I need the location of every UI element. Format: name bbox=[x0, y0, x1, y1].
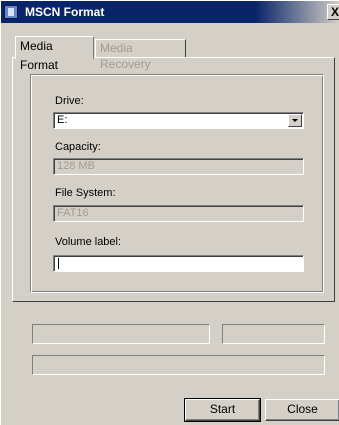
tab-media-recovery[interactable]: Media Recovery bbox=[95, 39, 186, 71]
file-system-label: File System: bbox=[55, 187, 116, 199]
tab-media-format[interactable]: Media Format bbox=[15, 36, 94, 72]
drive-label: Drive: bbox=[55, 95, 84, 107]
progress-bar bbox=[32, 324, 210, 344]
volume-label-label: Volume label: bbox=[55, 236, 122, 248]
file-system-value: FAT16 bbox=[57, 207, 89, 219]
drive-select[interactable]: E: bbox=[53, 112, 304, 129]
close-button[interactable]: Close bbox=[265, 399, 339, 421]
volume-label-input[interactable] bbox=[53, 255, 304, 272]
status-bar bbox=[32, 355, 325, 375]
mscn-format-window: MSCN Format X Media Format Media Recover… bbox=[0, 0, 339, 425]
capacity-label: Capacity: bbox=[55, 141, 101, 153]
title-bar[interactable]: MSCN Format X bbox=[1, 1, 339, 23]
file-system-field: FAT16 bbox=[53, 205, 304, 222]
window-title: MSCN Format bbox=[25, 5, 105, 19]
text-caret bbox=[58, 258, 59, 269]
progress-percent-box bbox=[222, 324, 325, 344]
tab-media-format-label: Media Format bbox=[20, 39, 59, 72]
app-icon bbox=[4, 5, 18, 19]
close-window-button[interactable]: X bbox=[327, 4, 339, 20]
start-button[interactable]: Start bbox=[184, 398, 261, 422]
drive-select-value: E: bbox=[57, 114, 68, 126]
chevron-down-icon[interactable] bbox=[288, 114, 302, 127]
capacity-field: 128 MB bbox=[53, 158, 304, 175]
capacity-value: 128 MB bbox=[57, 160, 95, 172]
